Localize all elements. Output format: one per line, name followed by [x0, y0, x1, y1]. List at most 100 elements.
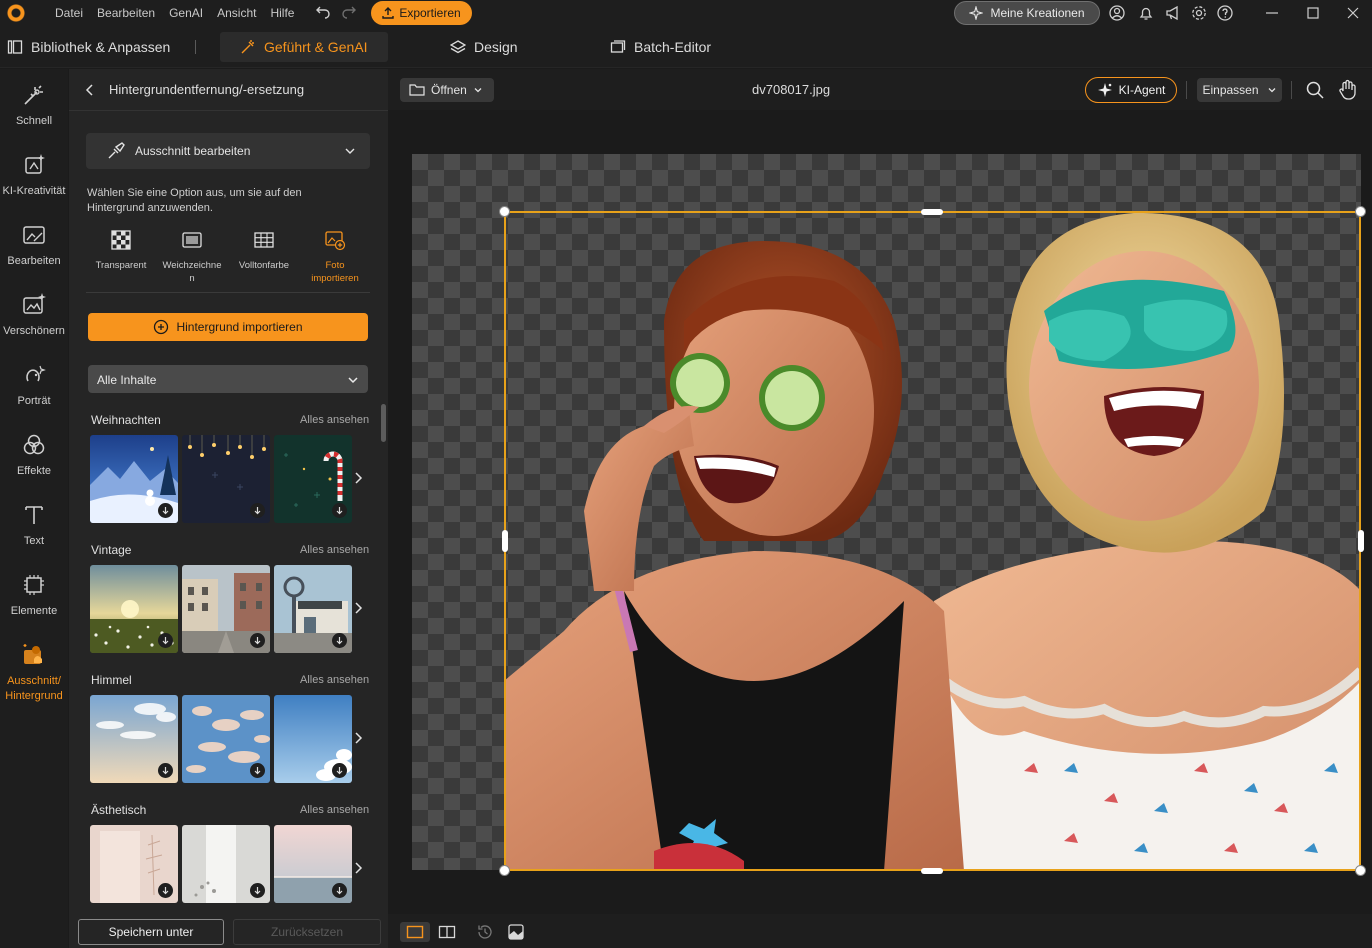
download-icon[interactable] — [158, 633, 173, 648]
checker-icon — [111, 230, 131, 250]
chevron-right-icon[interactable] — [353, 471, 363, 485]
background-thumbnail[interactable] — [90, 565, 178, 653]
background-thumbnail[interactable] — [274, 695, 352, 783]
background-thumbnail[interactable] — [274, 825, 352, 903]
background-thumbnail[interactable] — [274, 435, 352, 523]
download-icon[interactable] — [332, 763, 347, 778]
zoom-fit-select[interactable]: Einpassen — [1197, 78, 1282, 102]
download-icon[interactable] — [332, 503, 347, 518]
help-icon[interactable] — [1216, 4, 1234, 22]
canvas[interactable] — [388, 110, 1372, 914]
resize-handle-top-right[interactable] — [1355, 206, 1366, 217]
background-thumbnail[interactable] — [90, 825, 178, 903]
resize-handle-top-left[interactable] — [499, 206, 510, 217]
hand-pan-icon[interactable] — [1338, 79, 1358, 101]
minimize-icon[interactable] — [1263, 4, 1281, 22]
rail-label: Ausschnitt/ Hintergrund — [5, 675, 63, 702]
background-thumbnail[interactable] — [90, 695, 178, 783]
rail-item-text[interactable]: Text — [0, 501, 68, 565]
panel-scrollbar[interactable] — [381, 404, 386, 442]
download-icon[interactable] — [158, 763, 173, 778]
tab-library[interactable]: Bibliothek & Anpassen — [7, 26, 170, 68]
background-thumbnail[interactable] — [90, 435, 178, 523]
background-thumbnail[interactable] — [274, 565, 352, 653]
option-import-photo[interactable]: Foto importieren — [301, 229, 369, 285]
background-thumbnail[interactable] — [182, 825, 270, 903]
open-button[interactable]: Öffnen — [400, 78, 494, 102]
chevron-down-icon — [345, 148, 355, 154]
my-creations-button[interactable]: Meine Kreationen — [954, 1, 1100, 25]
menu-edit[interactable]: Bearbeiten — [97, 6, 155, 20]
tab-batch-editor[interactable]: Batch-Editor — [610, 26, 711, 68]
chevron-right-icon[interactable] — [353, 601, 363, 615]
menu-view[interactable]: Ansicht — [217, 6, 256, 20]
see-all-link[interactable]: Alles ansehen — [300, 674, 369, 686]
undo-icon[interactable] — [315, 5, 331, 21]
see-all-link[interactable]: Alles ansehen — [300, 804, 369, 816]
rail-item-portrait[interactable]: Porträt — [0, 361, 68, 425]
background-thumbnail[interactable] — [182, 565, 270, 653]
ai-agent-button[interactable]: KI-Agent — [1085, 77, 1177, 103]
maximize-icon[interactable] — [1304, 4, 1322, 22]
content-filter-select[interactable]: Alle Inhalte — [88, 365, 368, 393]
rail-label: Effekte — [16, 465, 52, 477]
edit-cutout-dropdown[interactable]: Ausschnitt bearbeiten — [86, 133, 370, 169]
file-name: dv708017.jpg — [752, 82, 831, 97]
selection-box[interactable] — [504, 211, 1361, 871]
download-icon[interactable] — [250, 503, 265, 518]
option-blur[interactable]: Weichzeichnen — [158, 229, 226, 285]
zoom-search-icon[interactable] — [1305, 80, 1325, 100]
resize-handle-bottom-left[interactable] — [499, 865, 510, 876]
single-view-icon[interactable] — [400, 922, 430, 942]
download-icon[interactable] — [250, 633, 265, 648]
option-solid-color[interactable]: Volltonfarbe — [230, 229, 298, 272]
option-transparent[interactable]: Transparent — [87, 229, 155, 272]
import-background-button[interactable]: Hintergrund importieren — [88, 313, 368, 341]
account-icon[interactable] — [1108, 4, 1126, 22]
tab-design[interactable]: Design — [450, 26, 518, 68]
chevron-right-icon[interactable] — [353, 731, 363, 745]
download-icon[interactable] — [332, 883, 347, 898]
compare-view-icon[interactable] — [435, 922, 459, 942]
resize-handle-right[interactable] — [1358, 530, 1364, 552]
download-icon[interactable] — [332, 633, 347, 648]
bell-icon[interactable] — [1137, 4, 1155, 22]
menu-help[interactable]: Hilfe — [270, 6, 294, 20]
redo-icon[interactable] — [341, 5, 357, 21]
export-image-icon[interactable] — [504, 922, 528, 942]
menu-genai[interactable]: GenAI — [169, 6, 203, 20]
history-icon[interactable] — [473, 922, 497, 942]
rail-item-edit[interactable]: Bearbeiten — [0, 221, 68, 285]
megaphone-icon[interactable] — [1164, 4, 1182, 22]
background-thumbnail[interactable] — [182, 435, 270, 523]
resize-handle-bottom[interactable] — [921, 868, 943, 874]
rail-item-effects[interactable]: Effekte — [0, 431, 68, 495]
ai-creative-icon — [25, 154, 45, 174]
rail-item-ai-creative[interactable]: KI-Kreativität — [0, 151, 68, 215]
import-background-label: Hintergrund importieren — [176, 320, 303, 334]
back-arrow-icon[interactable] — [83, 82, 97, 98]
download-icon[interactable] — [158, 883, 173, 898]
rail-item-enhance[interactable]: Verschönern — [0, 291, 68, 355]
download-icon[interactable] — [158, 503, 173, 518]
panel-description: Wählen Sie eine Option aus, um sie auf d… — [87, 187, 302, 214]
rail-item-quick[interactable]: Schnell — [0, 81, 68, 145]
tab-guided-genai[interactable]: Geführt & GenAI — [220, 32, 388, 62]
export-button[interactable]: Exportieren — [371, 1, 472, 25]
save-as-button[interactable]: Speichern unter — [78, 919, 224, 945]
see-all-link[interactable]: Alles ansehen — [300, 414, 369, 426]
see-all-link[interactable]: Alles ansehen — [300, 544, 369, 556]
resize-handle-bottom-right[interactable] — [1355, 865, 1366, 876]
rail-item-cutout-background[interactable]: Ausschnitt/ Hintergrund — [0, 641, 68, 707]
background-thumbnail[interactable] — [182, 695, 270, 783]
resize-handle-left[interactable] — [502, 530, 508, 552]
resize-handle-top[interactable] — [921, 209, 943, 215]
close-icon[interactable] — [1344, 4, 1362, 22]
reset-button[interactable]: Zurücksetzen — [233, 919, 381, 945]
chevron-right-icon[interactable] — [353, 861, 363, 875]
download-icon[interactable] — [250, 883, 265, 898]
download-icon[interactable] — [250, 763, 265, 778]
settings-gear-icon[interactable] — [1190, 4, 1208, 22]
menu-file[interactable]: Datei — [55, 6, 83, 20]
rail-item-elements[interactable]: Elemente — [0, 571, 68, 635]
